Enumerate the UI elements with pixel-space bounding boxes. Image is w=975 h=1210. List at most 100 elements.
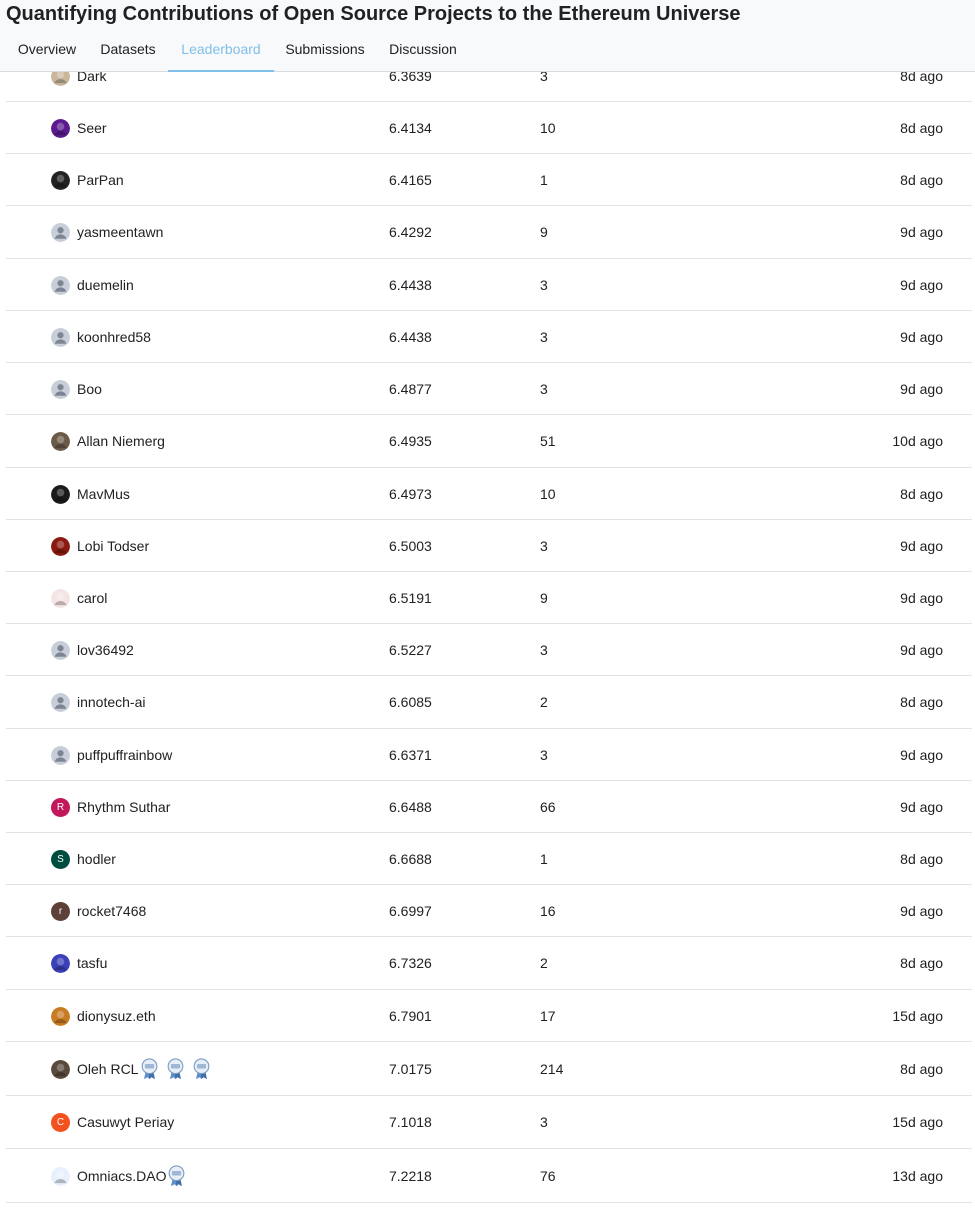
last-submission: 9d ago: [900, 747, 943, 763]
table-row[interactable]: koonhred58 6.4438 3 9d ago: [6, 311, 972, 363]
table-row[interactable]: C Casuwyt Periay 7.1018 3 15d ago: [6, 1096, 972, 1149]
entries-count: 1: [540, 172, 548, 188]
table-row[interactable]: R Rhythm Suthar 6.6488 66 9d ago: [6, 781, 972, 833]
score-value: 6.4438: [389, 277, 432, 293]
team-name[interactable]: carol: [77, 590, 107, 606]
entries-count: 3: [540, 642, 548, 658]
tab-overview[interactable]: Overview: [6, 30, 88, 72]
score-value: 6.6688: [389, 851, 432, 867]
team-name[interactable]: koonhred58: [77, 329, 151, 345]
table-row[interactable]: dionysuz.eth 6.7901 17 15d ago: [6, 990, 972, 1042]
table-row[interactable]: Lobi Todser 6.5003 3 9d ago: [6, 520, 972, 572]
team-name[interactable]: innotech-ai: [77, 694, 146, 710]
score-value: 6.4438: [389, 329, 432, 345]
competition-header: Quantifying Contributions of Open Source…: [0, 0, 975, 72]
table-row[interactable]: puffpuffrainbow 6.6371 3 9d ago: [6, 729, 972, 781]
default-user-icon[interactable]: [51, 380, 70, 399]
avatar[interactable]: [51, 589, 70, 608]
avatar[interactable]: [51, 119, 70, 138]
avatar[interactable]: [51, 171, 70, 190]
team-name[interactable]: rocket7468: [77, 903, 146, 919]
team-name[interactable]: Casuwyt Periay: [77, 1114, 174, 1130]
page-title: Quantifying Contributions of Open Source…: [6, 3, 741, 25]
team-name[interactable]: Lobi Todser: [77, 538, 149, 554]
last-submission: 9d ago: [900, 642, 943, 658]
last-submission: 8d ago: [900, 120, 943, 136]
team-name[interactable]: duemelin: [77, 277, 134, 293]
table-row[interactable]: innotech-ai 6.6085 2 8d ago: [6, 676, 972, 729]
table-row[interactable]: Boo 6.4877 3 9d ago: [6, 363, 972, 415]
team-name[interactable]: Boo: [77, 381, 102, 397]
table-row[interactable]: Seer 6.4134 10 8d ago: [6, 102, 972, 154]
team-name[interactable]: MavMus: [77, 486, 130, 502]
avatar[interactable]: [51, 485, 70, 504]
entries-count: 9: [540, 590, 548, 606]
team-name[interactable]: Seer: [77, 120, 107, 136]
table-row[interactable]: duemelin 6.4438 3 9d ago: [6, 259, 972, 311]
entries-count: 16: [540, 903, 556, 919]
entries-count: 9: [540, 224, 548, 240]
default-user-icon[interactable]: [51, 223, 70, 242]
avatar[interactable]: [51, 432, 70, 451]
table-row[interactable]: r rocket7468 6.6997 16 9d ago: [6, 885, 972, 937]
score-value: 6.4935: [389, 433, 432, 449]
tab-leaderboard[interactable]: Leaderboard: [168, 30, 274, 72]
last-submission: 9d ago: [900, 590, 943, 606]
default-user-icon[interactable]: [51, 328, 70, 347]
avatar[interactable]: [51, 537, 70, 556]
team-name[interactable]: hodler: [77, 851, 116, 867]
table-row[interactable]: Omniacs.DAO 7.2218 76 13d ago: [6, 1149, 972, 1203]
default-user-icon[interactable]: [51, 276, 70, 295]
team-name[interactable]: Rhythm Suthar: [77, 799, 170, 815]
avatar[interactable]: r: [51, 902, 70, 921]
last-submission: 10d ago: [892, 433, 943, 449]
score-value: 7.2218: [389, 1168, 432, 1184]
team-name[interactable]: yasmeentawn: [77, 224, 163, 240]
notebook-medal-icon[interactable]: [192, 1058, 211, 1080]
dataset-medal-icon[interactable]: [166, 1058, 185, 1080]
team-name[interactable]: Omniacs.DAO: [77, 1168, 166, 1184]
competition-medal-icon[interactable]: [140, 1058, 159, 1080]
avatar[interactable]: C: [51, 1113, 70, 1132]
last-submission: 8d ago: [900, 851, 943, 867]
last-submission: 8d ago: [900, 1061, 943, 1077]
score-value: 7.1018: [389, 1114, 432, 1130]
table-row[interactable]: yasmeentawn 6.4292 9 9d ago: [6, 206, 972, 259]
table-row[interactable]: Allan Niemerg 6.4935 51 10d ago: [6, 415, 972, 468]
table-row[interactable]: lov36492 6.5227 3 9d ago: [6, 624, 972, 676]
last-submission: 15d ago: [892, 1008, 943, 1024]
table-row[interactable]: Shodler 6.6688 1 8d ago: [6, 833, 972, 885]
tab-datasets[interactable]: Datasets: [92, 30, 164, 72]
avatar[interactable]: [51, 954, 70, 973]
entries-count: 3: [540, 747, 548, 763]
tab-submissions[interactable]: Submissions: [279, 30, 371, 72]
table-row[interactable]: carol 6.5191 9 9d ago: [6, 572, 972, 624]
team-name[interactable]: Oleh RCL: [77, 1061, 138, 1077]
default-user-icon[interactable]: [51, 693, 70, 712]
team-name[interactable]: tasfu: [77, 955, 107, 971]
avatar[interactable]: S: [51, 850, 70, 869]
table-row[interactable]: ParPan 6.4165 1 8d ago: [6, 154, 972, 206]
table-row[interactable]: MavMus 6.4973 10 8d ago: [6, 468, 972, 520]
score-value: 6.4292: [389, 224, 432, 240]
default-user-icon[interactable]: [51, 641, 70, 660]
avatar[interactable]: R: [51, 798, 70, 817]
team-name[interactable]: lov36492: [77, 642, 134, 658]
avatar[interactable]: [51, 1060, 70, 1079]
tab-discussion[interactable]: Discussion: [381, 30, 465, 72]
dataset-medal-icon[interactable]: [167, 1165, 186, 1187]
default-user-icon[interactable]: [51, 746, 70, 765]
avatar[interactable]: [51, 1167, 70, 1186]
team-name[interactable]: puffpuffrainbow: [77, 747, 172, 763]
table-row[interactable]: tasfu 6.7326 2 8d ago: [6, 937, 972, 990]
team-name[interactable]: dionysuz.eth: [77, 1008, 156, 1024]
last-submission: 9d ago: [900, 538, 943, 554]
score-value: 6.4165: [389, 172, 432, 188]
table-row[interactable]: Oleh RCL 7.0175 214 8d ago: [6, 1042, 972, 1096]
last-submission: 13d ago: [892, 1168, 943, 1184]
avatar[interactable]: [51, 1007, 70, 1026]
last-submission: 9d ago: [900, 799, 943, 815]
team-name[interactable]: ParPan: [77, 172, 124, 188]
team-name[interactable]: Allan Niemerg: [77, 433, 165, 449]
score-value: 6.6997: [389, 903, 432, 919]
